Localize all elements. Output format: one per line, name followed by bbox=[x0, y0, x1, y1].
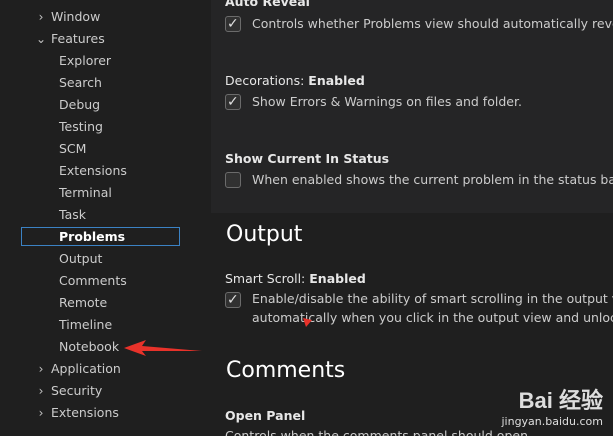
tree-item-task[interactable]: Task bbox=[59, 205, 86, 225]
tree-item-remote[interactable]: Remote bbox=[59, 293, 107, 313]
red-arrow-annotation bbox=[124, 340, 202, 356]
tree-item-window[interactable]: Window bbox=[51, 7, 100, 27]
chevron-right-icon[interactable]: › bbox=[34, 7, 48, 27]
watermark-logo: Bai 经验 bbox=[518, 388, 603, 413]
tree-item-application[interactable]: Application bbox=[51, 359, 121, 379]
tree-item-terminal[interactable]: Terminal bbox=[59, 183, 112, 203]
tree-item-testing[interactable]: Testing bbox=[59, 117, 103, 137]
tree-item-extensions-root[interactable]: Extensions bbox=[51, 403, 119, 423]
smart-scroll-description: Enable/disable the ability of smart scro… bbox=[252, 291, 613, 306]
settings-editor: Auto Reveal ✓ Controls whether Problems … bbox=[211, 0, 613, 436]
section-heading-comments: Comments bbox=[226, 358, 346, 383]
decorations-checkbox[interactable]: ✓ bbox=[225, 94, 241, 110]
tree-item-debug[interactable]: Debug bbox=[59, 95, 100, 115]
baidu-watermark: Bai 经验 jingyan.baidu.com bbox=[501, 383, 603, 428]
smart-scroll-checkbox[interactable]: ✓ bbox=[225, 292, 241, 308]
tree-item-search[interactable]: Search bbox=[59, 73, 102, 93]
open-panel-description: Controls when the comments panel should … bbox=[225, 428, 532, 436]
tree-item-notebook[interactable]: Notebook bbox=[59, 337, 119, 357]
setting-title-auto-reveal: Auto Reveal bbox=[225, 0, 310, 9]
tree-item-explorer[interactable]: Explorer bbox=[59, 51, 111, 71]
tree-item-comments[interactable]: Comments bbox=[59, 271, 127, 291]
decorations-description: Show Errors & Warnings on files and fold… bbox=[252, 94, 522, 109]
setting-title-open-panel: Open Panel bbox=[225, 408, 306, 423]
red-marker-annotation bbox=[303, 318, 312, 327]
chevron-right-icon[interactable]: › bbox=[34, 359, 48, 379]
watermark-url: jingyan.baidu.com bbox=[501, 415, 603, 428]
auto-reveal-description: Controls whether Problems view should au… bbox=[252, 16, 613, 31]
setting-title-decorations: Decorations: Enabled bbox=[225, 73, 365, 88]
settings-tree: › Window ⌄ Features Explorer Search Debu… bbox=[0, 0, 211, 436]
tree-item-scm[interactable]: SCM bbox=[59, 139, 86, 159]
chevron-right-icon[interactable]: › bbox=[34, 403, 48, 423]
tree-item-security[interactable]: Security bbox=[51, 381, 102, 401]
setting-title-show-current: Show Current In Status bbox=[225, 151, 390, 166]
chevron-down-icon[interactable]: ⌄ bbox=[34, 29, 48, 49]
tree-item-output[interactable]: Output bbox=[59, 249, 102, 269]
tree-item-extensions[interactable]: Extensions bbox=[59, 161, 127, 181]
setting-title-smart-scroll: Smart Scroll: Enabled bbox=[225, 271, 366, 286]
chevron-right-icon[interactable]: › bbox=[34, 381, 48, 401]
check-icon: ✓ bbox=[227, 292, 239, 308]
auto-reveal-checkbox[interactable]: ✓ bbox=[225, 16, 241, 32]
check-icon: ✓ bbox=[227, 16, 239, 32]
show-current-checkbox[interactable] bbox=[225, 172, 241, 188]
show-current-description: When enabled shows the current problem i… bbox=[252, 172, 613, 187]
tree-item-problems[interactable]: Problems bbox=[59, 227, 125, 247]
section-heading-output: Output bbox=[226, 222, 303, 247]
tree-item-features[interactable]: Features bbox=[51, 29, 105, 49]
check-icon: ✓ bbox=[227, 94, 239, 110]
tree-item-timeline[interactable]: Timeline bbox=[59, 315, 112, 335]
